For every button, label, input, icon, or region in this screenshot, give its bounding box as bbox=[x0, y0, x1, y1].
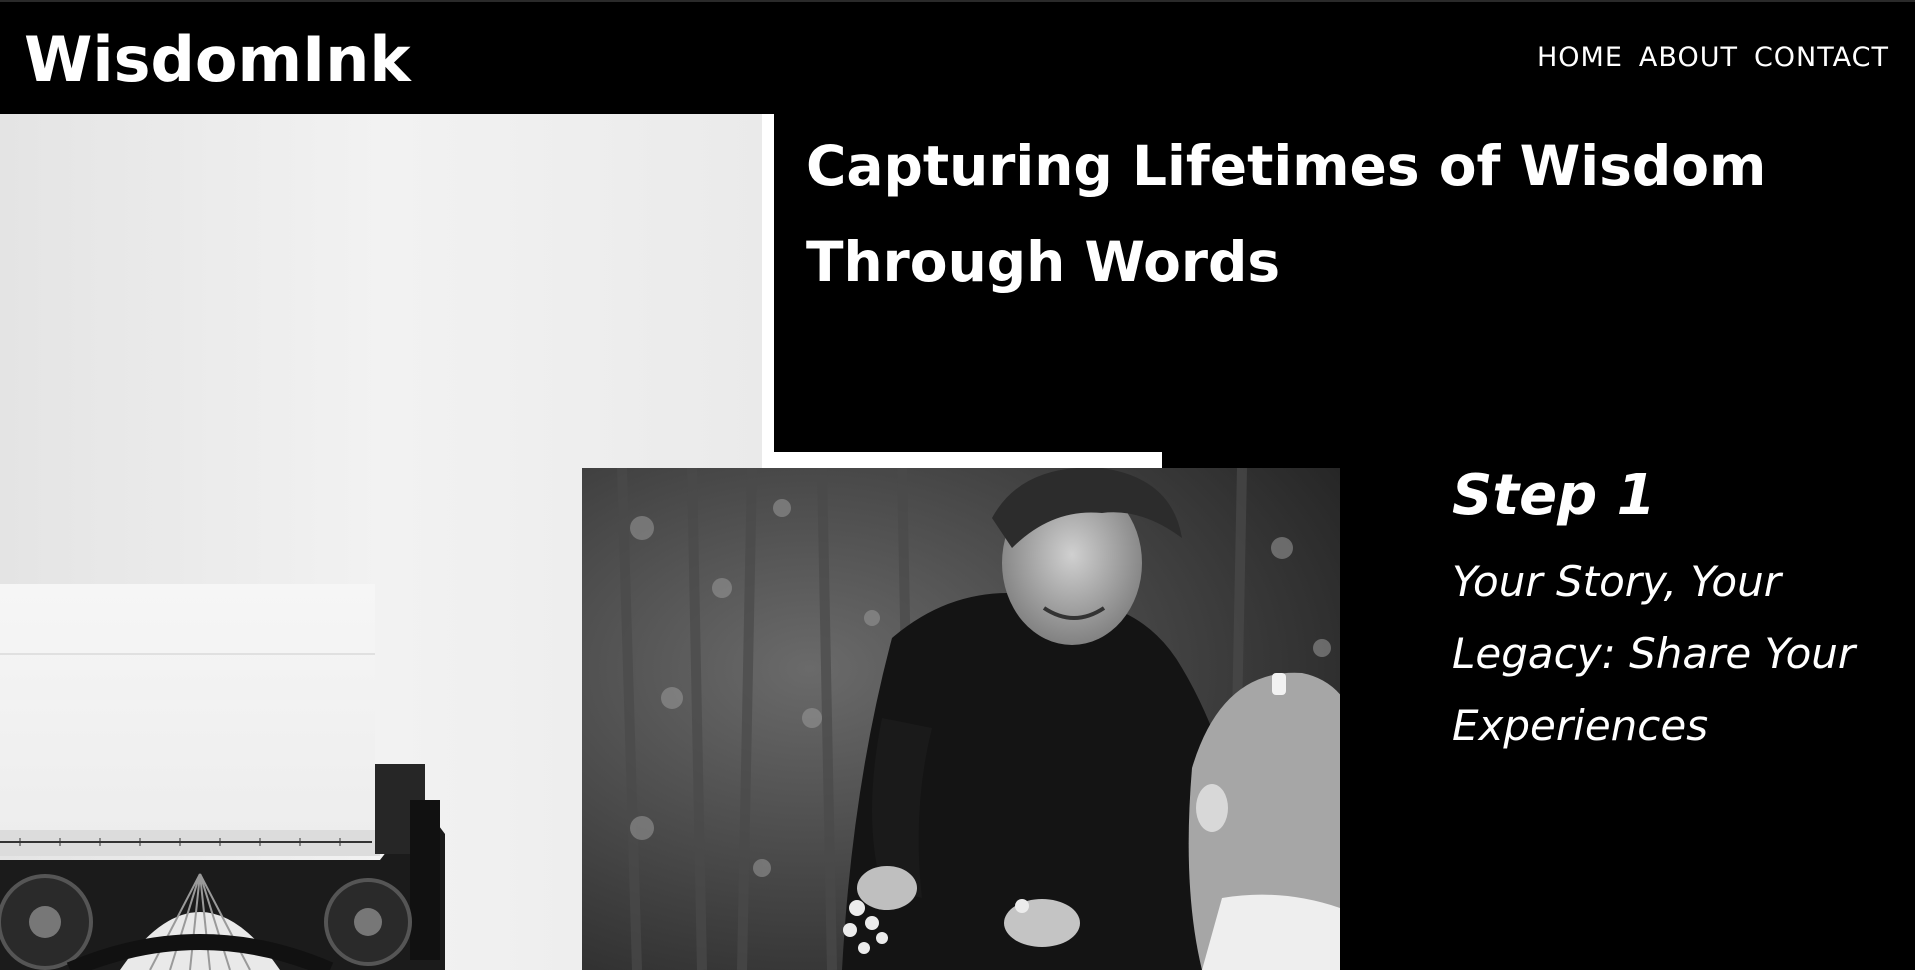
step-text-line-1: Your Story, Your bbox=[1452, 557, 1781, 606]
step-heading: Step 1 bbox=[1452, 463, 1656, 528]
hero-title-line-1: Capturing Lifetimes of Wisdom bbox=[806, 134, 1767, 198]
nav-home-link[interactable]: HOME bbox=[1537, 40, 1623, 76]
page: WisdomInk HOME ABOUT CONTACT Capturing L… bbox=[0, 0, 1915, 970]
hero-underline bbox=[762, 452, 1162, 468]
main-nav: HOME ABOUT CONTACT bbox=[1537, 40, 1889, 76]
nav-contact-link[interactable]: CONTACT bbox=[1754, 40, 1889, 76]
site-logo[interactable]: WisdomInk bbox=[24, 20, 411, 100]
step-text-line-2: Legacy: Share Your bbox=[1452, 629, 1856, 678]
hero-title-line-2: Through Words bbox=[806, 230, 1281, 294]
hero-title: Capturing Lifetimes of Wisdom Through Wo… bbox=[806, 118, 1826, 310]
step-text-line-3: Experiences bbox=[1452, 701, 1709, 750]
nav-about-link[interactable]: ABOUT bbox=[1639, 40, 1738, 76]
site-header: WisdomInk HOME ABOUT CONTACT bbox=[0, 0, 1915, 114]
hero-white-strip bbox=[762, 114, 774, 454]
step-description: Your Story, Your Legacy: Share Your Expe… bbox=[1452, 546, 1882, 762]
grandmother-and-child-photo bbox=[582, 468, 1340, 970]
